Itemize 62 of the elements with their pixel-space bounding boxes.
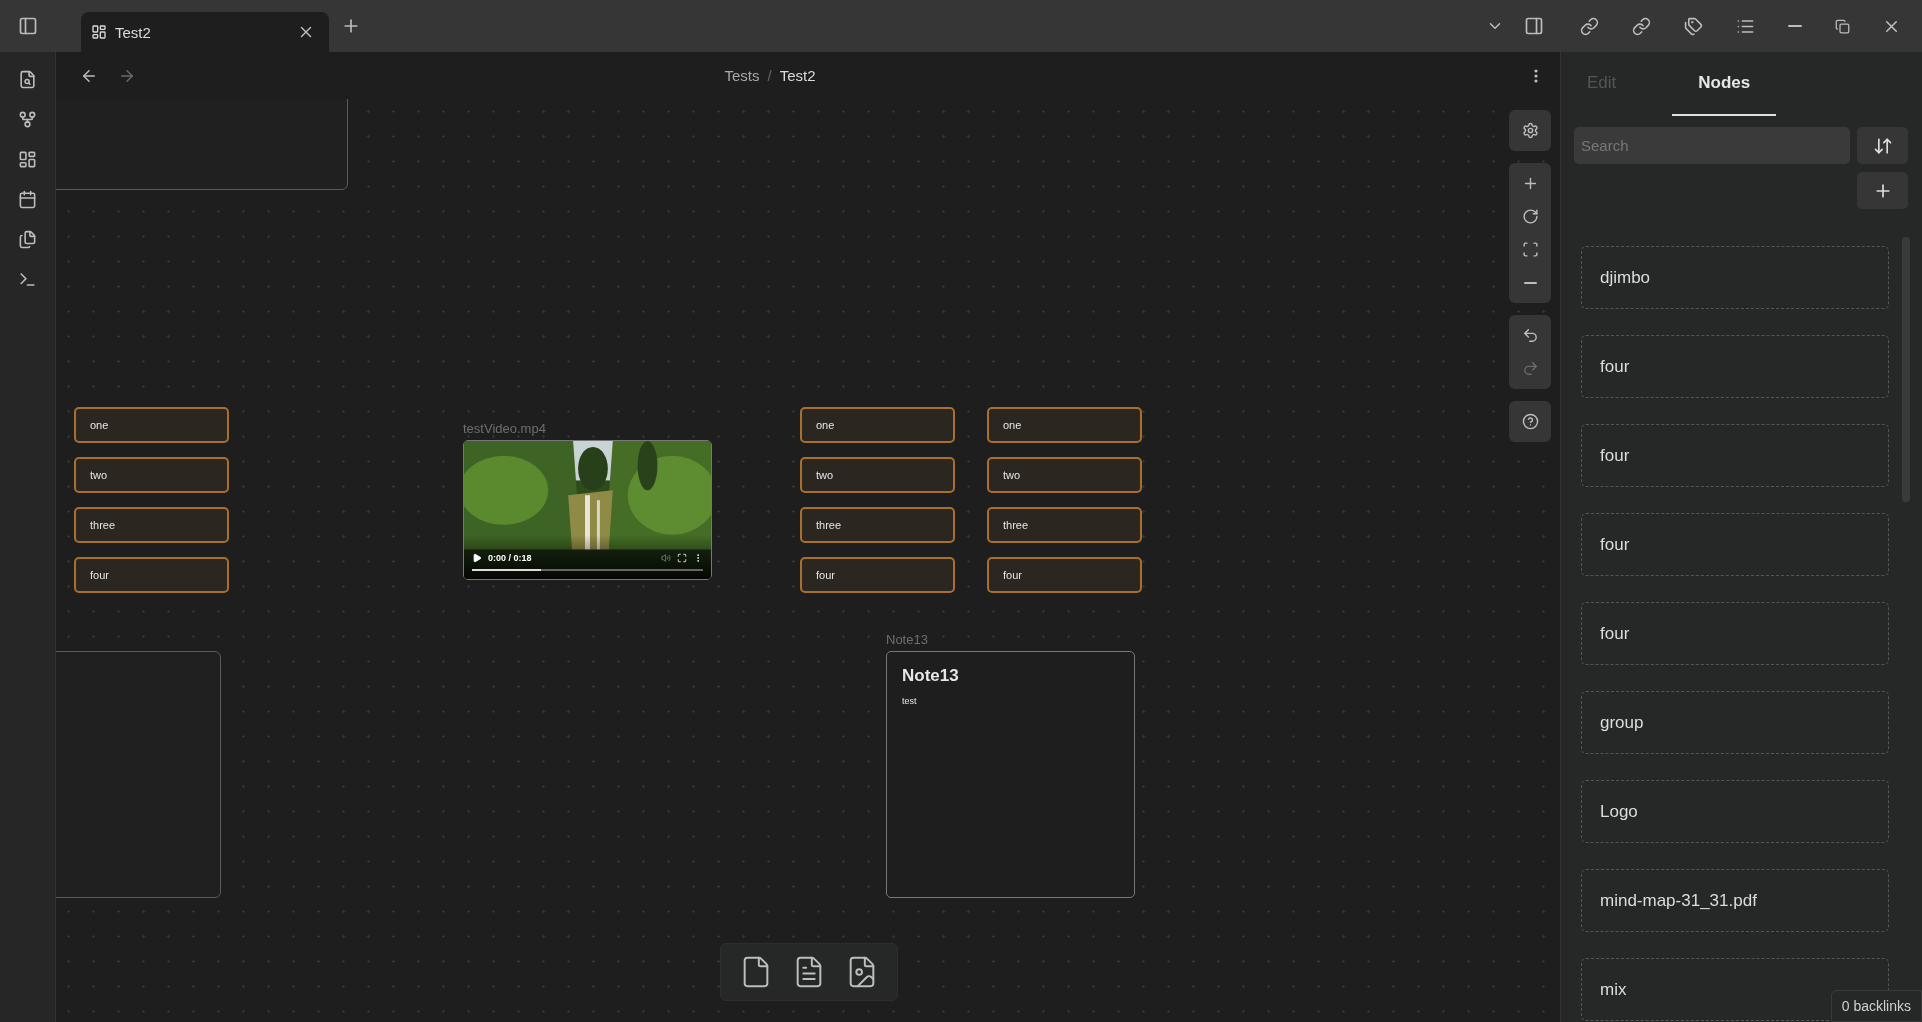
canvas-node[interactable]: four bbox=[987, 557, 1142, 593]
play-icon[interactable] bbox=[472, 553, 482, 563]
help-icon bbox=[1521, 413, 1539, 430]
restore-icon bbox=[1834, 18, 1850, 34]
rotate-icon bbox=[1521, 208, 1539, 225]
node-list-item[interactable]: Logo bbox=[1581, 780, 1889, 843]
breadcrumb[interactable]: Test2 bbox=[779, 67, 816, 84]
tab-title: Test2 bbox=[115, 23, 152, 41]
node-list-item[interactable]: four bbox=[1581, 335, 1889, 398]
tags-icon bbox=[1684, 16, 1704, 36]
canvas-node[interactable]: one bbox=[800, 407, 955, 443]
canvas-node[interactable]: one bbox=[987, 407, 1142, 443]
canvas-node[interactable]: two bbox=[74, 457, 229, 493]
sidebar-tab[interactable]: Nodes bbox=[1672, 52, 1777, 116]
canvas-icon bbox=[91, 24, 107, 40]
canvas-node[interactable]: three bbox=[987, 507, 1142, 543]
terminal-icon bbox=[18, 270, 37, 289]
tab[interactable]: Test2 bbox=[81, 12, 329, 52]
calendar-icon bbox=[18, 190, 37, 209]
node-label: Note13 bbox=[886, 632, 929, 647]
canvas-node[interactable]: three bbox=[74, 507, 229, 543]
node-label: testVideo.mp4 bbox=[463, 421, 547, 436]
add-button[interactable] bbox=[1857, 172, 1908, 209]
backlinks-toast[interactable]: 0 backlinks bbox=[1830, 990, 1922, 1022]
node-list-item[interactable]: mind-map-31_31.pdf bbox=[1581, 869, 1889, 932]
sort-button[interactable] bbox=[1857, 127, 1908, 164]
redo-icon bbox=[1521, 360, 1539, 377]
canvas-node[interactable]: four bbox=[800, 557, 955, 593]
undo-icon bbox=[1521, 327, 1539, 344]
note-heading: Note13 bbox=[902, 666, 960, 686]
canvas-node[interactable]: two bbox=[987, 457, 1142, 493]
file-search-icon bbox=[18, 70, 37, 89]
canvas-node[interactable]: three bbox=[800, 507, 955, 543]
link-icon bbox=[1632, 16, 1652, 36]
more-icon bbox=[1534, 68, 1538, 83]
node-list-item[interactable]: four bbox=[1581, 513, 1889, 576]
fit-icon bbox=[1521, 241, 1539, 258]
video-player[interactable]: 0:00 / 0:18 bbox=[463, 440, 712, 580]
breadcrumb-separator: / bbox=[767, 67, 772, 84]
minimize-icon bbox=[1787, 25, 1802, 27]
fullscreen-icon[interactable] bbox=[677, 553, 687, 563]
canvas-node[interactable]: four bbox=[74, 557, 229, 593]
settings-icon bbox=[1521, 122, 1539, 139]
node-list-item[interactable]: four bbox=[1581, 602, 1889, 665]
minus-icon bbox=[1523, 281, 1537, 284]
breadcrumb[interactable]: Tests bbox=[724, 67, 760, 84]
volume-icon[interactable] bbox=[661, 553, 671, 563]
canvas-icon bbox=[18, 150, 37, 169]
sidebar-icon bbox=[1524, 16, 1544, 36]
graph-icon bbox=[18, 110, 37, 129]
note-text: test bbox=[902, 696, 918, 706]
files-icon bbox=[18, 230, 37, 249]
search-field[interactable]: Search bbox=[1574, 127, 1850, 164]
node-list-item[interactable]: group bbox=[1581, 691, 1889, 754]
link-icon bbox=[1580, 16, 1600, 36]
node-list-item[interactable]: djimbo bbox=[1581, 246, 1889, 309]
video-time: 0:00 / 0:18 bbox=[488, 553, 533, 563]
canvas-node[interactable]: two bbox=[800, 457, 955, 493]
canvas-node[interactable]: one bbox=[74, 407, 229, 443]
sidebar-icon bbox=[18, 16, 38, 36]
note-card[interactable]: Note13 test bbox=[886, 651, 1135, 898]
node-list-item[interactable]: four bbox=[1581, 424, 1889, 487]
